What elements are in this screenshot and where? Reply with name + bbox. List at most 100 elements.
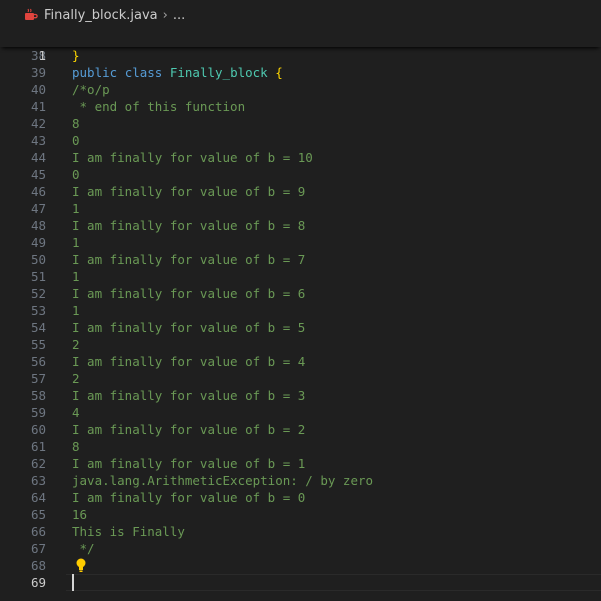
line-number: 60 <box>30 422 46 437</box>
code-line[interactable]: 68 <box>0 557 601 574</box>
line-number: 52 <box>30 286 46 301</box>
code-line[interactable]: 62 I am finally for value of b = 1 <box>0 455 601 472</box>
code-line[interactable]: 60 I am finally for value of b = 2 <box>0 421 601 438</box>
line-number: 41 <box>30 99 46 114</box>
breadcrumb-more[interactable]: ... <box>173 8 185 23</box>
code-text: 1 <box>72 269 80 284</box>
line-number: 49 <box>30 235 46 250</box>
line-number: 69 <box>30 575 46 590</box>
code-text: 8 <box>72 439 80 454</box>
code-line[interactable]: 59 4 <box>0 404 601 421</box>
code-line[interactable]: 42 8 <box>0 115 601 132</box>
code-line[interactable]: 48 I am finally for value of b = 8 <box>0 217 601 234</box>
code-line[interactable]: 54 I am finally for value of b = 5 <box>0 319 601 336</box>
code-line[interactable]: 46 I am finally for value of b = 9 <box>0 183 601 200</box>
text-cursor <box>72 574 74 591</box>
line-number: 43 <box>30 133 46 148</box>
code-line[interactable]: 69 <box>0 574 601 591</box>
class-name: Finally_block <box>169 65 268 80</box>
line-number: 68 <box>30 558 46 573</box>
code-line[interactable]: 45 0 <box>0 166 601 183</box>
line-number: 56 <box>30 354 46 369</box>
line-number: 48 <box>30 218 46 233</box>
code-line[interactable]: 52 I am finally for value of b = 6 <box>0 285 601 302</box>
line-number: 62 <box>30 456 46 471</box>
code-text: I am finally for value of b = 0 <box>72 490 306 505</box>
keyword-public: public <box>72 65 118 80</box>
code-text: 0 <box>72 133 80 148</box>
code-text: */ <box>72 541 95 556</box>
code-line[interactable]: 64 I am finally for value of b = 0 <box>0 489 601 506</box>
lightbulb-icon[interactable] <box>74 557 88 573</box>
code-line[interactable]: 51 1 <box>0 268 601 285</box>
code-line[interactable]: 58 I am finally for value of b = 3 <box>0 387 601 404</box>
code-text: I am finally for value of b = 1 <box>72 456 306 471</box>
breadcrumb-separator: › <box>162 7 168 23</box>
code-line[interactable]: 47 1 <box>0 200 601 217</box>
line-number: 67 <box>30 541 46 556</box>
line-number: 63 <box>30 473 46 488</box>
sticky-code: public class Finally_block { <box>72 64 283 81</box>
breadcrumb-file-name[interactable]: Finally_block.java <box>44 8 158 23</box>
code-text: I am finally for value of b = 4 <box>72 354 306 369</box>
code-line[interactable]: 61 8 <box>0 438 601 455</box>
line-number: 45 <box>30 167 46 182</box>
code-text: 8 <box>72 116 80 131</box>
code-text: 0 <box>72 167 80 182</box>
code-text: 4 <box>72 405 80 420</box>
line-number: 42 <box>30 116 46 131</box>
code-line[interactable]: 65 16 <box>0 506 601 523</box>
code-line[interactable]: 50 I am finally for value of b = 7 <box>0 251 601 268</box>
code-line[interactable]: 49 1 <box>0 234 601 251</box>
current-line-highlight <box>66 574 601 591</box>
code-text: I am finally for value of b = 5 <box>72 320 306 335</box>
code-text: 1 <box>72 303 80 318</box>
code-text: 1 <box>72 235 80 250</box>
line-number: 54 <box>30 320 46 335</box>
code-line[interactable]: 63 java.lang.ArithmeticException: / by ze… <box>0 472 601 489</box>
code-text: I am finally for value of b = 6 <box>72 286 306 301</box>
code-text: I am finally for value of b = 7 <box>72 252 306 267</box>
line-number: 44 <box>30 150 46 165</box>
code-text: java.lang.ArithmeticException: / by zero <box>72 473 374 488</box>
code-text: } <box>72 48 80 63</box>
line-number: 1 <box>38 48 46 63</box>
code-text: 2 <box>72 337 80 352</box>
code-line[interactable]: 53 1 <box>0 302 601 319</box>
line-number: 55 <box>30 337 46 352</box>
code-line[interactable]: 66 This is Finally <box>0 523 601 540</box>
code-text: I am finally for value of b = 8 <box>72 218 306 233</box>
code-text: I am finally for value of b = 2 <box>72 422 306 437</box>
java-file-icon <box>25 8 38 20</box>
line-number: 46 <box>30 184 46 199</box>
line-number: 59 <box>30 405 46 420</box>
breadcrumb: Finally_block.java › ... <box>0 0 601 30</box>
open-brace: { <box>275 65 283 80</box>
code-line[interactable]: 44 I am finally for value of b = 10 <box>0 149 601 166</box>
code-text: 16 <box>72 507 88 522</box>
code-text: 1 <box>72 201 80 216</box>
code-editor[interactable]: Finally_block.java › ... 1 public class … <box>0 0 601 601</box>
line-number: 57 <box>30 371 46 386</box>
code-line[interactable]: 41 * end of this function <box>0 98 601 115</box>
code-line[interactable]: 38} <box>0 47 601 64</box>
code-text: I am finally for value of b = 10 <box>72 150 313 165</box>
line-number: 47 <box>30 201 46 216</box>
sticky-scroll-line[interactable]: 1 public class Finally_block { <box>0 30 601 80</box>
keyword-class: class <box>124 65 163 80</box>
code-text: * end of this function <box>72 99 246 114</box>
line-number: 53 <box>30 303 46 318</box>
line-number: 51 <box>30 269 46 284</box>
code-text: I am finally for value of b = 9 <box>72 184 306 199</box>
code-text: I am finally for value of b = 3 <box>72 388 306 403</box>
code-line[interactable]: 67 */ <box>0 540 601 557</box>
code-line[interactable]: 43 0 <box>0 132 601 149</box>
code-line[interactable]: 55 2 <box>0 336 601 353</box>
code-line[interactable]: 40/*o/p <box>0 81 601 98</box>
code-line[interactable]: 56 I am finally for value of b = 4 <box>0 353 601 370</box>
line-number: 66 <box>30 524 46 539</box>
code-text: This is Finally <box>72 524 185 539</box>
code-text: /*o/p <box>72 82 110 97</box>
line-number: 65 <box>30 507 46 522</box>
code-line[interactable]: 57 2 <box>0 370 601 387</box>
